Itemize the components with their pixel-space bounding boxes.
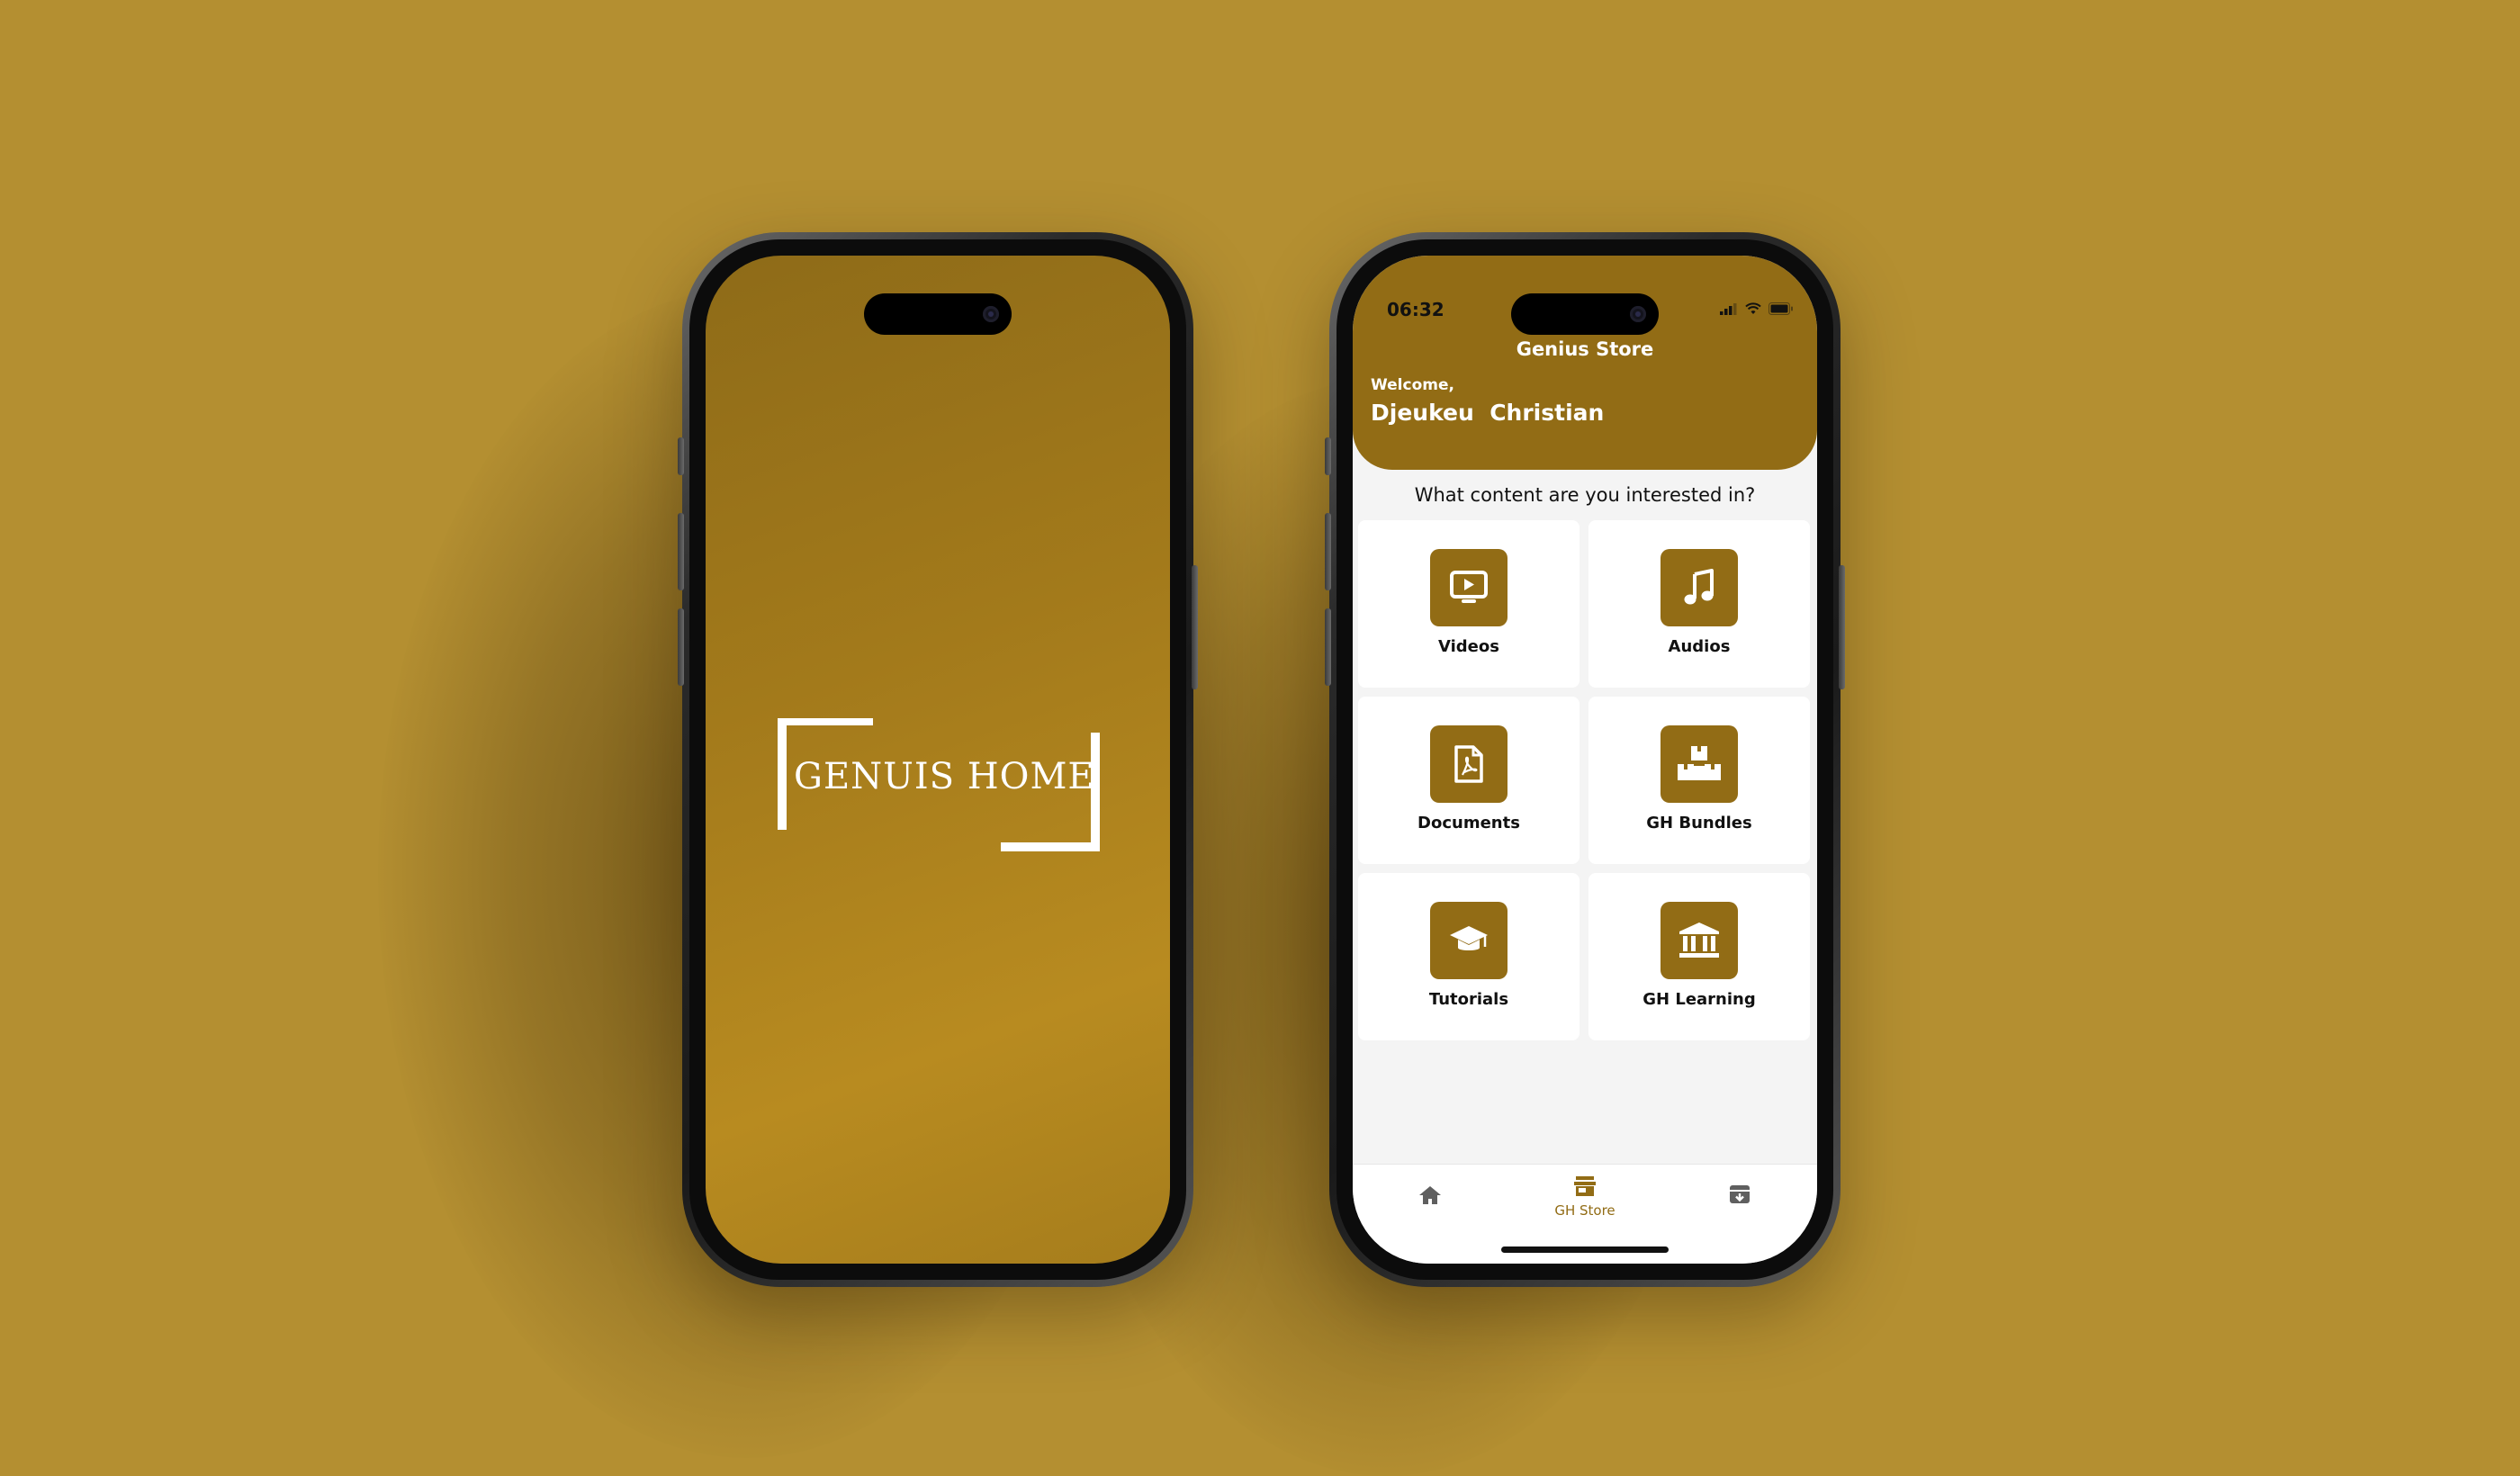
bottom-nav: GH Store (1353, 1164, 1817, 1264)
category-label: GH Bundles (1646, 814, 1752, 832)
camera-icon (983, 306, 999, 322)
volume-up-button (1325, 513, 1331, 590)
action-button (1325, 437, 1331, 475)
content-question: What content are you interested in? (1414, 484, 1756, 506)
status-time: 06:32 (1387, 299, 1444, 320)
category-grid: Videos Audios Documents GH Bundles Tutor… (1358, 520, 1810, 1040)
volume-down-button (678, 608, 684, 686)
nav-archive[interactable] (1686, 1183, 1794, 1210)
learning-tile (1660, 902, 1738, 979)
logo-text: GENUIS HOME (794, 756, 1095, 797)
logo-bracket-left (778, 718, 787, 830)
dynamic-island (864, 293, 1012, 335)
home-indicator[interactable] (1501, 1246, 1669, 1253)
archive-icon (1730, 1185, 1750, 1203)
category-card-gh-bundles[interactable]: GH Bundles (1588, 697, 1810, 864)
store-icon (1574, 1176, 1596, 1196)
store-header: Genius Store Welcome, Djeukeu Christian (1353, 256, 1817, 470)
bundles-tile (1660, 725, 1738, 803)
phone-splash: GENUIS HOME (678, 232, 1198, 1287)
category-card-videos[interactable]: Videos (1358, 520, 1580, 688)
category-card-audios[interactable]: Audios (1588, 520, 1810, 688)
pdf-document-icon (1454, 745, 1483, 783)
bundles-boxes-icon (1678, 746, 1721, 780)
videos-tile (1430, 549, 1508, 626)
audios-tile (1660, 549, 1738, 626)
documents-tile (1430, 725, 1508, 803)
home-icon (1419, 1186, 1441, 1204)
category-label: Documents (1418, 814, 1520, 832)
volume-down-button (1325, 608, 1331, 686)
signal-icon (1720, 303, 1737, 315)
logo-bracket-top (778, 718, 873, 725)
video-play-icon (1450, 571, 1488, 603)
action-button (678, 437, 684, 475)
user-name: Djeukeu Christian (1371, 400, 1605, 426)
power-button (1192, 565, 1198, 689)
dynamic-island (1511, 293, 1659, 335)
music-note-icon (1684, 569, 1714, 605)
tutorials-tile (1430, 902, 1508, 979)
wifi-icon (1745, 302, 1761, 314)
graduation-cap-icon (1450, 926, 1488, 950)
category-label: Audios (1668, 637, 1731, 656)
category-card-tutorials[interactable]: Tutorials (1358, 873, 1580, 1040)
nav-gh-store[interactable]: GH Store (1531, 1175, 1639, 1219)
status-icons (1720, 302, 1794, 315)
phone-store: Genius Store Welcome, Djeukeu Christian … (1325, 232, 1845, 1287)
welcome-text: Welcome, (1371, 376, 1454, 394)
category-card-documents[interactable]: Documents (1358, 697, 1580, 864)
institution-icon (1679, 922, 1719, 958)
nav-label: GH Store (1554, 1202, 1616, 1219)
genius-home-logo: GENUIS HOME (778, 718, 1102, 851)
category-label: GH Learning (1642, 990, 1756, 1009)
store-screen: Genius Store Welcome, Djeukeu Christian … (1353, 256, 1817, 1264)
nav-home[interactable] (1376, 1184, 1484, 1210)
power-button (1839, 565, 1845, 689)
splash-screen: GENUIS HOME (706, 256, 1170, 1264)
category-label: Tutorials (1428, 990, 1509, 1009)
category-card-gh-learning[interactable]: GH Learning (1588, 873, 1810, 1040)
category-label: Videos (1438, 637, 1499, 656)
camera-icon (1630, 306, 1646, 322)
battery-icon (1768, 302, 1793, 315)
page-title: Genius Store (1516, 338, 1654, 360)
volume-up-button (678, 513, 684, 590)
logo-bracket-bottom (1001, 842, 1100, 851)
